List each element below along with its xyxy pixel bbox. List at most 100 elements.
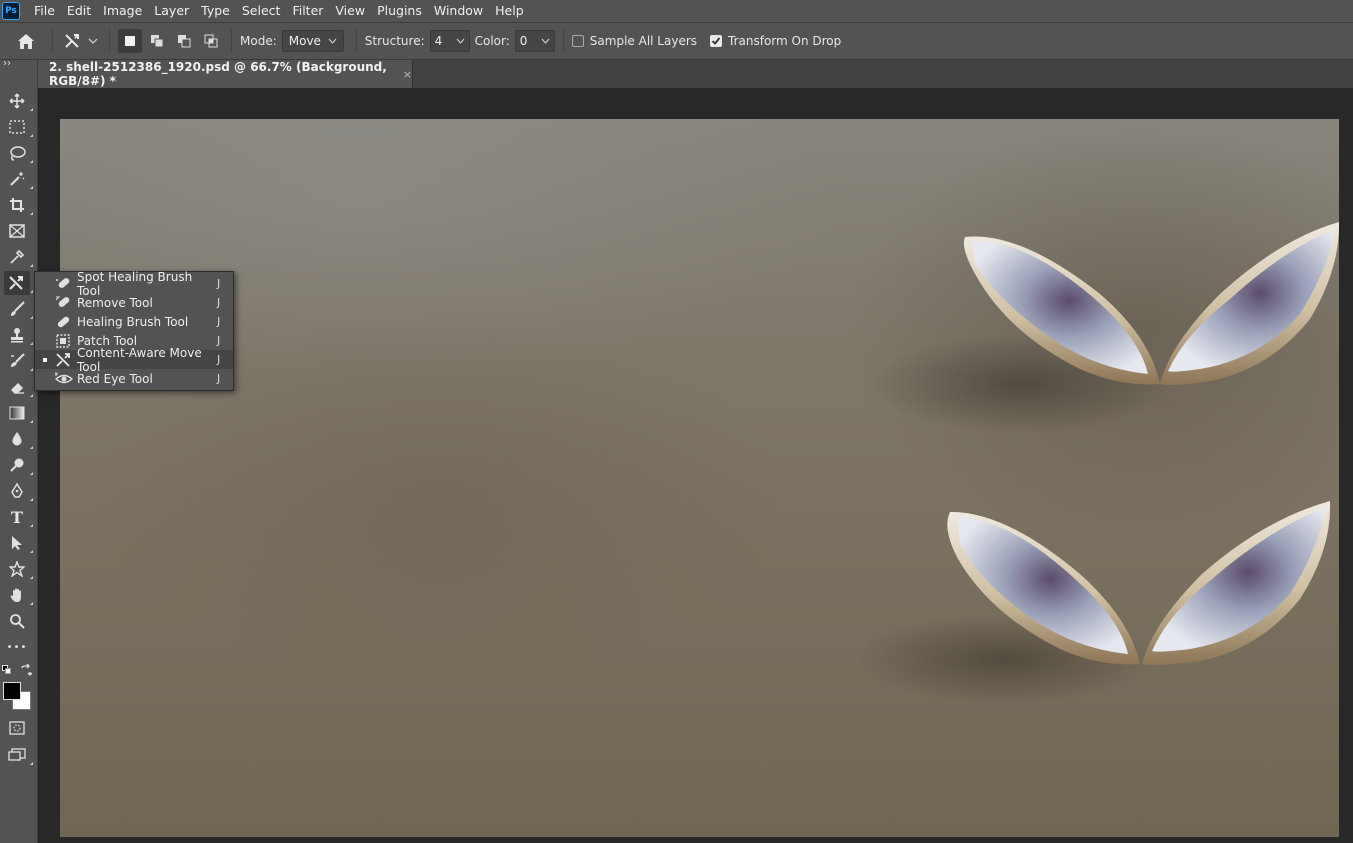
transform-on-drop-option[interactable]: Transform On Drop xyxy=(710,34,846,48)
marquee-tool[interactable] xyxy=(4,115,33,139)
document-tab-title: 2. shell-2512386_1920.psd @ 66.7% (Backg… xyxy=(49,60,387,88)
divider xyxy=(355,29,357,53)
add-selection-icon xyxy=(151,35,164,48)
shape-tool[interactable] xyxy=(4,557,33,581)
sample-all-layers-label: Sample All Layers xyxy=(589,34,698,48)
flyout-item-remove[interactable]: Remove Tool J xyxy=(35,293,233,312)
intersect-selection-icon xyxy=(204,34,218,48)
quick-mask-button[interactable] xyxy=(4,716,30,740)
red-eye-icon xyxy=(55,371,77,386)
menu-view[interactable]: View xyxy=(329,0,371,22)
lasso-tool[interactable] xyxy=(4,141,33,165)
brush-icon xyxy=(11,301,25,316)
menu-file[interactable]: File xyxy=(28,0,61,22)
edit-toolbar-button[interactable]: ••• xyxy=(4,635,30,659)
menu-filter[interactable]: Filter xyxy=(286,0,329,22)
canvas-area[interactable] xyxy=(38,88,1353,843)
foreground-color-swatch[interactable] xyxy=(3,682,21,700)
type-tool[interactable]: T xyxy=(4,505,33,529)
healing-brush-icon xyxy=(55,315,77,329)
shells-photo xyxy=(855,222,1339,704)
quick-mask-icon xyxy=(9,721,25,735)
clone-stamp-icon xyxy=(11,328,23,343)
eyedropper-icon xyxy=(10,249,25,264)
hand-tool[interactable] xyxy=(4,583,33,607)
history-brush-icon xyxy=(11,353,25,367)
gradient-tool[interactable] xyxy=(4,401,33,425)
divider xyxy=(231,29,232,53)
flyout-item-red-eye[interactable]: Red Eye Tool J xyxy=(35,369,233,388)
screen-mode-button[interactable] xyxy=(4,743,33,767)
menu-select[interactable]: Select xyxy=(236,0,287,22)
toolbox-collapse-toggle[interactable]: ›› xyxy=(3,58,11,69)
sample-all-layers-option[interactable]: Sample All Layers xyxy=(571,34,702,48)
selection-subtract-button[interactable] xyxy=(172,29,196,53)
structure-dropdown[interactable]: 4 xyxy=(429,30,470,52)
zoom-tool[interactable] xyxy=(4,609,30,633)
history-brush-tool[interactable] xyxy=(4,349,33,373)
path-selection-tool[interactable] xyxy=(4,531,33,555)
mode-label: Mode: xyxy=(240,34,277,48)
eyedropper-tool[interactable] xyxy=(4,245,33,269)
magic-wand-tool[interactable] xyxy=(4,167,33,191)
chevron-down-icon xyxy=(456,38,465,44)
menu-bar: Ps File Edit Image Layer Type Select Fil… xyxy=(0,0,1353,22)
shortcut-label: J xyxy=(217,334,221,347)
path-selection-icon xyxy=(12,536,22,550)
shell-top-right xyxy=(1160,222,1339,385)
color-dropdown[interactable]: 0 xyxy=(514,30,555,52)
document-image[interactable] xyxy=(60,119,1339,837)
menu-image[interactable]: Image xyxy=(97,0,148,22)
zoom-icon xyxy=(10,614,25,629)
patch-icon xyxy=(55,333,77,348)
default-colors-icon[interactable] xyxy=(2,665,11,674)
blur-tool[interactable] xyxy=(4,427,33,451)
photoshop-logo: Ps xyxy=(2,2,20,20)
content-aware-move-icon xyxy=(65,34,79,48)
magic-wand-icon xyxy=(10,172,25,186)
content-aware-move-icon xyxy=(55,352,77,367)
selection-new-button[interactable] xyxy=(118,29,142,53)
selection-add-button[interactable] xyxy=(145,29,169,53)
menu-type[interactable]: Type xyxy=(195,0,236,22)
brush-tool[interactable] xyxy=(4,297,33,321)
flyout-item-spot-healing-brush[interactable]: Spot Healing Brush Tool J xyxy=(35,270,233,298)
shell-bottom-right xyxy=(1142,501,1331,665)
flyout-item-healing-brush[interactable]: Healing Brush Tool J xyxy=(35,312,233,331)
move-tool[interactable] xyxy=(4,89,33,113)
document-tab-bar: 2. shell-2512386_1920.psd @ 66.7% (Backg… xyxy=(38,60,1353,88)
frame-tool[interactable] xyxy=(4,219,30,243)
selection-intersect-button[interactable] xyxy=(199,29,223,53)
structure-label: Structure: xyxy=(364,34,425,48)
document-tab[interactable]: 2. shell-2512386_1920.psd @ 66.7% (Backg… xyxy=(38,60,413,88)
transform-on-drop-checkbox[interactable] xyxy=(710,35,723,47)
home-button[interactable] xyxy=(8,26,44,56)
menu-help[interactable]: Help xyxy=(489,0,530,22)
color-value: 0 xyxy=(519,34,528,48)
transform-on-drop-label: Transform On Drop xyxy=(728,34,842,48)
healing-tools-flyout: Spot Healing Brush Tool J Remove Tool J … xyxy=(34,270,234,391)
pen-icon xyxy=(11,483,23,498)
eraser-tool[interactable] xyxy=(4,375,33,399)
pen-tool[interactable] xyxy=(4,479,33,503)
menu-window[interactable]: Window xyxy=(428,0,489,22)
dodge-tool[interactable] xyxy=(4,453,33,477)
tool-preset-picker[interactable] xyxy=(61,26,101,56)
checkmark-icon xyxy=(711,37,721,45)
mode-value: Move xyxy=(288,34,321,48)
menu-layer[interactable]: Layer xyxy=(148,0,195,22)
flyout-item-label: Remove Tool xyxy=(77,295,153,310)
menu-plugins[interactable]: Plugins xyxy=(371,0,428,22)
color-label: Color: xyxy=(474,34,510,48)
dodge-icon xyxy=(10,458,24,472)
content-aware-move-tool[interactable] xyxy=(4,271,33,295)
sample-all-layers-checkbox[interactable] xyxy=(571,35,584,47)
flyout-item-content-aware-move[interactable]: Content-Aware Move Tool J xyxy=(35,346,233,374)
swap-colors-icon[interactable] xyxy=(20,663,33,679)
clone-stamp-tool[interactable] xyxy=(4,323,33,347)
crop-tool[interactable] xyxy=(4,193,33,217)
divider xyxy=(109,29,110,53)
close-tab-icon[interactable]: × xyxy=(403,68,412,81)
menu-edit[interactable]: Edit xyxy=(61,0,97,22)
mode-dropdown[interactable]: Move xyxy=(281,30,344,52)
